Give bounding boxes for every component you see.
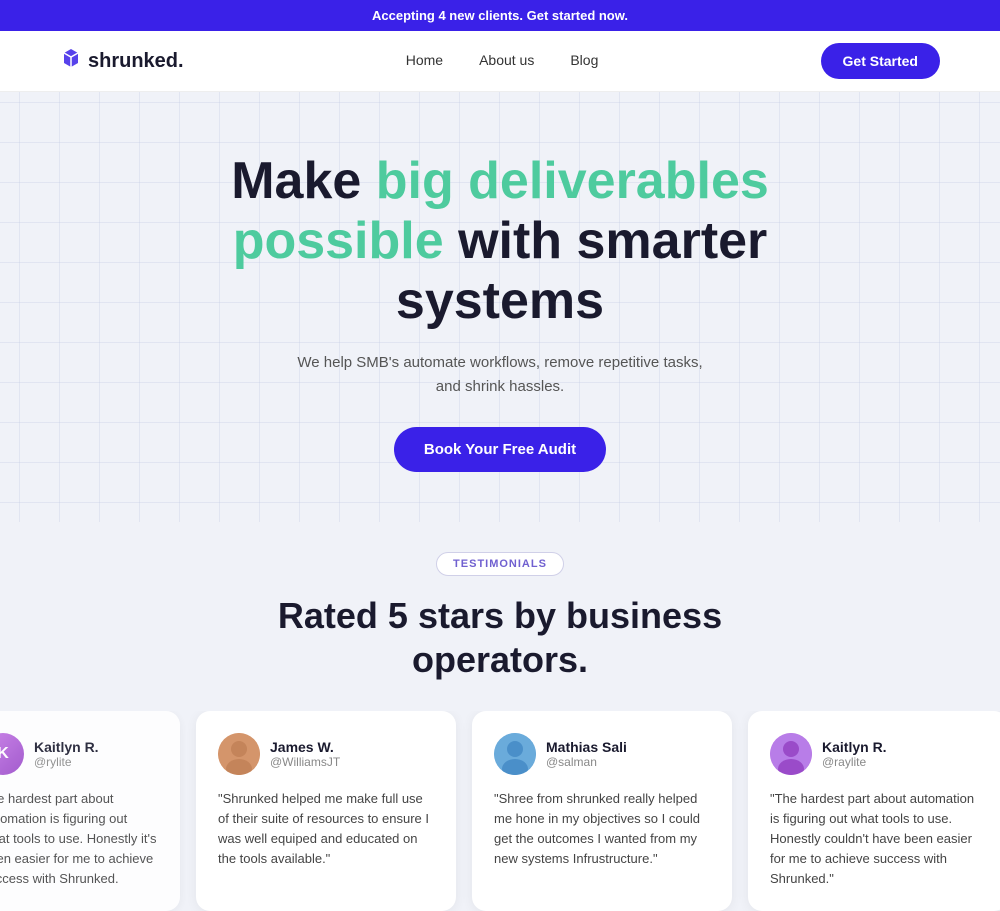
nav-about[interactable]: About us: [479, 52, 534, 68]
nav-links: Home About us Blog: [406, 52, 599, 70]
testimonial-card-partial-left: K Kaitlyn R. @rylite The hardest part ab…: [0, 711, 180, 911]
reviewer-handle: @rylite: [34, 755, 99, 769]
testimonials-section: TESTIMONIALS Rated 5 stars by business o…: [0, 522, 1000, 911]
headline-part1: Make: [231, 152, 376, 210]
avatar: K: [0, 733, 24, 775]
testimonials-badge: TESTIMONIALS: [436, 552, 564, 576]
card-header: Kaitlyn R. @raylite: [770, 733, 986, 775]
reviewer-name: James W.: [270, 739, 340, 755]
testimonial-card-kaitlyn: Kaitlyn R. @raylite "The hardest part ab…: [748, 711, 1000, 911]
card-header: James W. @WilliamsJT: [218, 733, 434, 775]
nav-cta-button[interactable]: Get Started: [821, 43, 940, 79]
testimonials-row: K Kaitlyn R. @rylite The hardest part ab…: [0, 711, 1000, 911]
hero-headline: Make big deliverablespossible with smart…: [150, 152, 850, 331]
reviewer-handle: @raylite: [822, 755, 887, 769]
reviewer-name: Mathias Sali: [546, 739, 627, 755]
nav-blog[interactable]: Blog: [570, 52, 598, 68]
review-text: "Shrunked helped me make full use of the…: [218, 789, 434, 870]
reviewer-handle: @salman: [546, 755, 627, 769]
logo-text: shrunked.: [88, 50, 184, 73]
avatar: [494, 733, 536, 775]
headline-part2: with smartersystems: [396, 212, 767, 330]
logo[interactable]: shrunked.: [60, 47, 184, 75]
review-text: The hardest part about automation is fig…: [0, 789, 158, 890]
review-text: "The hardest part about automation is fi…: [770, 789, 986, 890]
testimonial-card-mathias: Mathias Sali @salman "Shree from shrunke…: [472, 711, 732, 911]
review-text: "Shree from shrunked really helped me ho…: [494, 789, 710, 870]
reviewer-name: Kaitlyn R.: [34, 739, 99, 755]
banner-cta[interactable]: Get started now.: [527, 8, 628, 23]
hero-cta-button[interactable]: Book Your Free Audit: [394, 427, 606, 472]
avatar: [218, 733, 260, 775]
banner-text: Accepting 4 new clients.: [372, 8, 523, 23]
testimonials-title: Rated 5 stars by business operators.: [0, 594, 1000, 680]
nav-home[interactable]: Home: [406, 52, 443, 68]
card-header: K Kaitlyn R. @rylite: [0, 733, 158, 775]
avatar: [770, 733, 812, 775]
navbar: shrunked. Home About us Blog Get Started: [0, 31, 1000, 92]
announcement-banner: Accepting 4 new clients. Get started now…: [0, 0, 1000, 31]
card-header: Mathias Sali @salman: [494, 733, 710, 775]
logo-icon: [60, 47, 82, 75]
testimonial-card-james: James W. @WilliamsJT "Shrunked helped me…: [196, 711, 456, 911]
hero-section: Make big deliverablespossible with smart…: [0, 92, 1000, 522]
reviewer-name: Kaitlyn R.: [822, 739, 887, 755]
hero-subtext: We help SMB's automate workflows, remove…: [20, 351, 980, 399]
reviewer-handle: @WilliamsJT: [270, 755, 340, 769]
